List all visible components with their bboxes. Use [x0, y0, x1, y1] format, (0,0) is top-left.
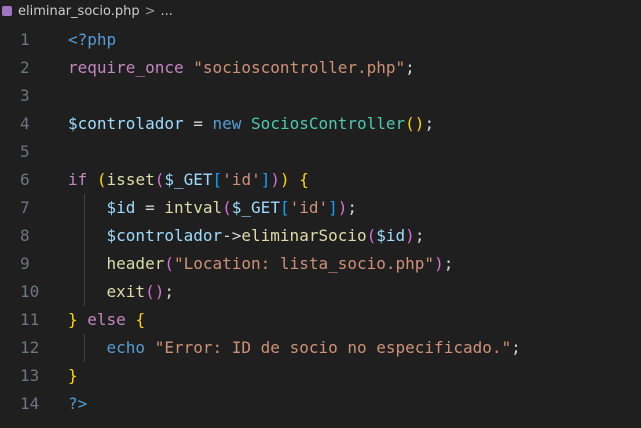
line-number: 14 — [20, 394, 40, 413]
code-text: ?> — [68, 394, 88, 413]
line-number: 12 — [20, 338, 40, 357]
code-text: $controlador = new SociosController(); — [68, 114, 435, 133]
code-line[interactable]: 7 $id = intval($_GET['id']); — [0, 194, 641, 222]
line-number: 1 — [20, 30, 30, 49]
code-line[interactable]: 10 exit(); — [0, 278, 641, 306]
code-line[interactable]: 14 ?> — [0, 390, 641, 418]
code-text: $controlador->eliminarSocio($id); — [106, 226, 425, 245]
code-line[interactable]: 8 $controlador->eliminarSocio($id); — [0, 222, 641, 250]
breadcrumb-file[interactable]: eliminar_socio.php — [18, 4, 140, 19]
code-text: echo "Error: ID de socio no especificado… — [106, 338, 521, 357]
code-line[interactable]: 1 <?php — [0, 26, 641, 54]
code-editor[interactable]: 1 <?php 2 require_once "socioscontroller… — [0, 26, 641, 428]
line-number: 10 — [20, 282, 40, 301]
breadcrumb-more[interactable]: ... — [161, 4, 173, 19]
breadcrumb: eliminar_socio.php > ... — [0, 0, 641, 22]
code-text: } — [68, 366, 78, 385]
line-number: 11 — [20, 310, 40, 329]
line-number: 8 — [20, 226, 30, 245]
code-line[interactable]: 5 — [0, 138, 641, 166]
line-number: 6 — [20, 170, 30, 189]
code-line[interactable]: 4 $controlador = new SociosController(); — [0, 110, 641, 138]
code-text: require_once "socioscontroller.php"; — [68, 58, 415, 77]
line-number: 4 — [20, 114, 30, 133]
line-number: 2 — [20, 58, 30, 77]
code-line[interactable]: 13 } — [0, 362, 641, 390]
line-number: 3 — [20, 86, 30, 105]
line-number: 13 — [20, 366, 40, 385]
code-line[interactable]: 11 } else { — [0, 306, 641, 334]
code-text: if (isset($_GET['id'])) { — [68, 170, 309, 189]
php-file-icon — [2, 6, 12, 16]
code-line[interactable]: 9 header("Location: lista_socio.php"); — [0, 250, 641, 278]
code-text: } else { — [68, 310, 146, 329]
line-number: 7 — [20, 198, 30, 217]
line-number: 5 — [20, 142, 30, 161]
code-text: exit(); — [106, 282, 174, 301]
breadcrumb-separator: > — [144, 3, 156, 19]
code-text: header("Location: lista_socio.php"); — [106, 254, 454, 273]
code-text: <?php — [68, 30, 117, 49]
code-text: $id = intval($_GET['id']); — [106, 198, 358, 217]
code-line[interactable]: 12 echo "Error: ID de socio no especific… — [0, 334, 641, 362]
code-line[interactable]: 2 require_once "socioscontroller.php"; — [0, 54, 641, 82]
code-line[interactable]: 6 if (isset($_GET['id'])) { — [0, 166, 641, 194]
line-number: 9 — [20, 254, 30, 273]
code-line[interactable]: 3 — [0, 82, 641, 110]
